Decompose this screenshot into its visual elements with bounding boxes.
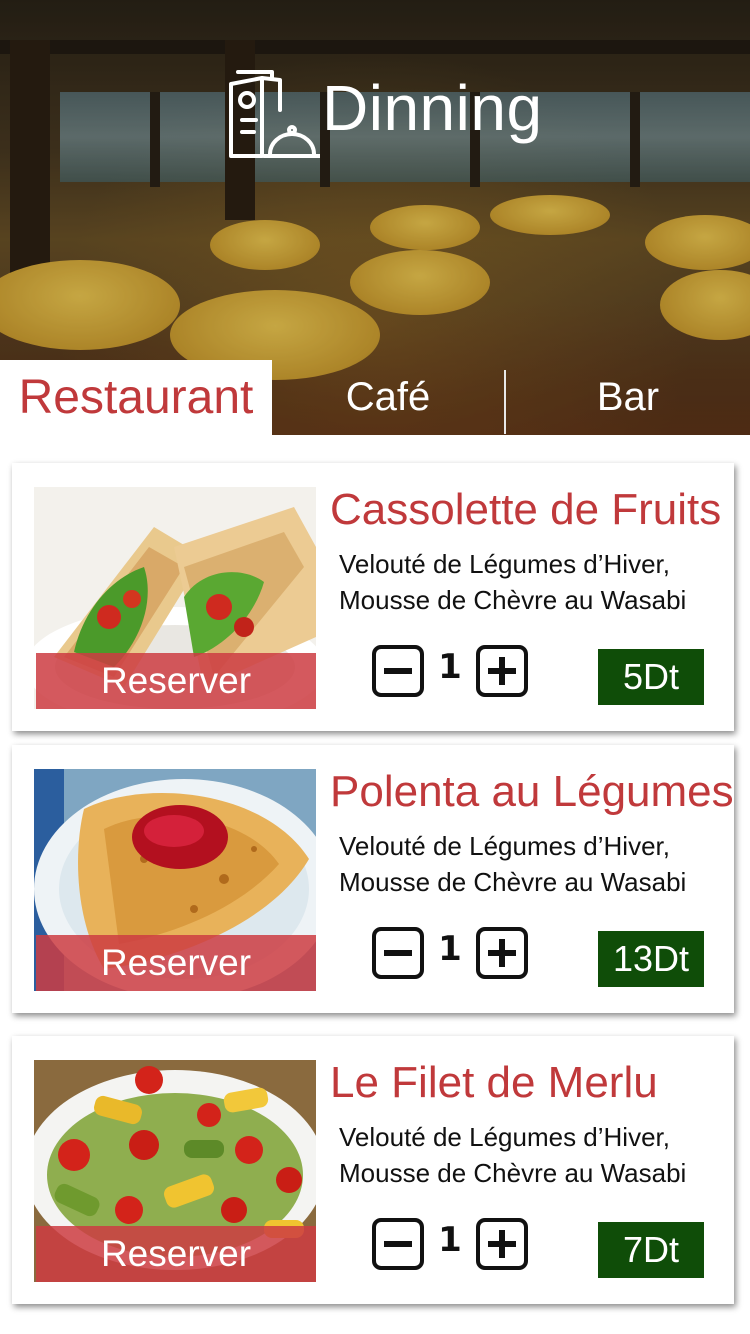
- menu-item-card: Reserver Polenta au Légumes Velouté de L…: [12, 745, 734, 1013]
- reserve-button[interactable]: Reserver: [36, 935, 316, 991]
- item-description: Velouté de Légumes d’Hiver, Mousse de Ch…: [339, 549, 687, 615]
- plus-icon[interactable]: [476, 645, 528, 697]
- tab-bar[interactable]: Bar: [506, 360, 750, 435]
- quantity-value: 1: [438, 929, 462, 969]
- price-badge: 7Dt: [598, 1222, 704, 1278]
- plus-icon[interactable]: [476, 927, 528, 979]
- tab-cafe[interactable]: Café: [272, 360, 504, 435]
- menu-cloche-icon: [229, 70, 320, 158]
- quantity-stepper: 1: [372, 1218, 536, 1276]
- quantity-value: 1: [438, 1220, 462, 1260]
- minus-icon[interactable]: [372, 645, 424, 697]
- tab-restaurant[interactable]: Restaurant: [0, 360, 272, 435]
- menu-item-card: Reserver Cassolette de Fruits Velouté de…: [12, 463, 734, 731]
- item-description: Velouté de Légumes d’Hiver, Mousse de Ch…: [339, 1122, 687, 1188]
- quantity-value: 1: [438, 647, 462, 687]
- price-badge: 13Dt: [598, 931, 704, 987]
- minus-icon[interactable]: [372, 927, 424, 979]
- quantity-stepper: 1: [372, 927, 536, 985]
- grilled-vegetables-photo: Reserver: [34, 1060, 316, 1282]
- wrap-sandwich-photo: Reserver: [34, 487, 316, 709]
- item-name: Cassolette de Fruits: [330, 485, 722, 534]
- app-title: Dinning: [322, 72, 543, 144]
- reserve-button[interactable]: Reserver: [36, 1226, 316, 1282]
- crepe-with-jam-photo: Reserver: [34, 769, 316, 991]
- item-description: Velouté de Légumes d’Hiver, Mousse de Ch…: [339, 831, 687, 897]
- item-name: Le Filet de Merlu: [330, 1058, 658, 1107]
- price-badge: 5Dt: [598, 649, 704, 705]
- plus-icon[interactable]: [476, 1218, 528, 1270]
- item-name: Polenta au Légumes: [330, 767, 734, 816]
- minus-icon[interactable]: [372, 1218, 424, 1270]
- reserve-button[interactable]: Reserver: [36, 653, 316, 709]
- quantity-stepper: 1: [372, 645, 536, 703]
- menu-item-card: Reserver Le Filet de Merlu Velouté de Lé…: [12, 1036, 734, 1304]
- brand-header: Dinning: [228, 70, 543, 165]
